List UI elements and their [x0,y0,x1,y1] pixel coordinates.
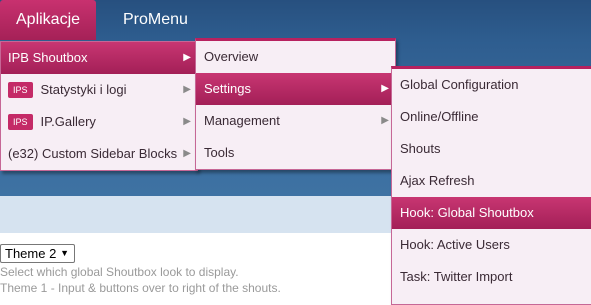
menu-item-global-configuration[interactable]: Global Configuration [392,69,591,101]
menu-item-label: (e32) Custom Sidebar Blocks [8,146,178,161]
caret-right-icon: ▶ [183,52,191,63]
menu-item-hook-global-shoutbox[interactable]: Hook: Global Shoutbox [392,197,591,229]
menu-item-custom-sidebar-blocks[interactable]: (e32) Custom Sidebar Blocks ▶ [1,138,197,170]
theme-select-value: Theme 2 [5,246,57,261]
menu-item-hook-active-users[interactable]: Hook: Active Users [392,229,591,261]
caret-right-icon: ▶ [183,148,191,159]
menu-item-online-offline[interactable]: Online/Offline [392,101,591,133]
menu-item-label: Overview [204,49,259,64]
topnav-promenu[interactable]: ProMenu [107,0,204,40]
menu-item-label: Shouts [400,141,441,156]
menu-item-label: Tools [204,145,235,160]
menu-item-label: Hook: Active Users [400,237,510,252]
menu-item-label: Hook: Global Shoutbox [400,205,534,220]
menu-item-label: IPB Shoutbox [8,50,88,65]
menu-item-ipb-shoutbox[interactable]: IPB Shoutbox ▶ [1,42,197,74]
menu-item-overview[interactable]: Overview [196,41,395,73]
menu-item-label: Settings [204,81,251,96]
menu-item-label: Task: Twitter Import [400,269,513,284]
menu-item-label: Global Configuration [400,77,519,92]
caret-right-icon: ▶ [381,115,389,126]
menu-item-tools[interactable]: Tools [196,137,395,169]
applications-menu: IPB Shoutbox ▶ IPS Statystyki i logi ▶ IP… [0,41,198,171]
menu-item-task-twitter-import[interactable]: Task: Twitter Import [392,261,591,293]
topnav-aplikacje[interactable]: Aplikacje [0,0,97,40]
menu-item-statystyki[interactable]: IPS Statystyki i logi ▶ [1,74,197,106]
theme-help-text: Select which global Shoutbox look to dis… [0,265,239,279]
menu-item-settings[interactable]: Settings ▶ [196,73,395,105]
theme-select[interactable]: Theme 2 ▼ [0,244,75,263]
ips-badge: IPS [8,81,33,98]
caret-right-icon: ▶ [183,116,191,127]
menu-item-ajax-refresh[interactable]: Ajax Refresh [392,165,591,197]
menu-item-ip-gallery[interactable]: IPS IP.Gallery ▶ [1,106,197,138]
caret-right-icon: ▶ [381,83,389,94]
ips-badge: IPS [8,113,33,130]
menu-item-label: Management [204,113,280,128]
caret-down-icon: ▼ [60,248,69,258]
menu-item-label: Ajax Refresh [400,173,475,188]
settings-submenu: Global Configuration Online/Offline Shou… [391,66,591,305]
caret-right-icon: ▶ [183,84,191,95]
menu-item-label: Statystyki i logi [40,82,127,97]
menu-item-label: Online/Offline [400,109,479,124]
shoutbox-submenu: Overview Settings ▶ Management ▶ Tools [195,38,396,170]
menu-item-management[interactable]: Management ▶ [196,105,395,137]
menu-item-label: IP.Gallery [40,114,96,129]
menu-item-shouts[interactable]: Shouts [392,133,591,165]
